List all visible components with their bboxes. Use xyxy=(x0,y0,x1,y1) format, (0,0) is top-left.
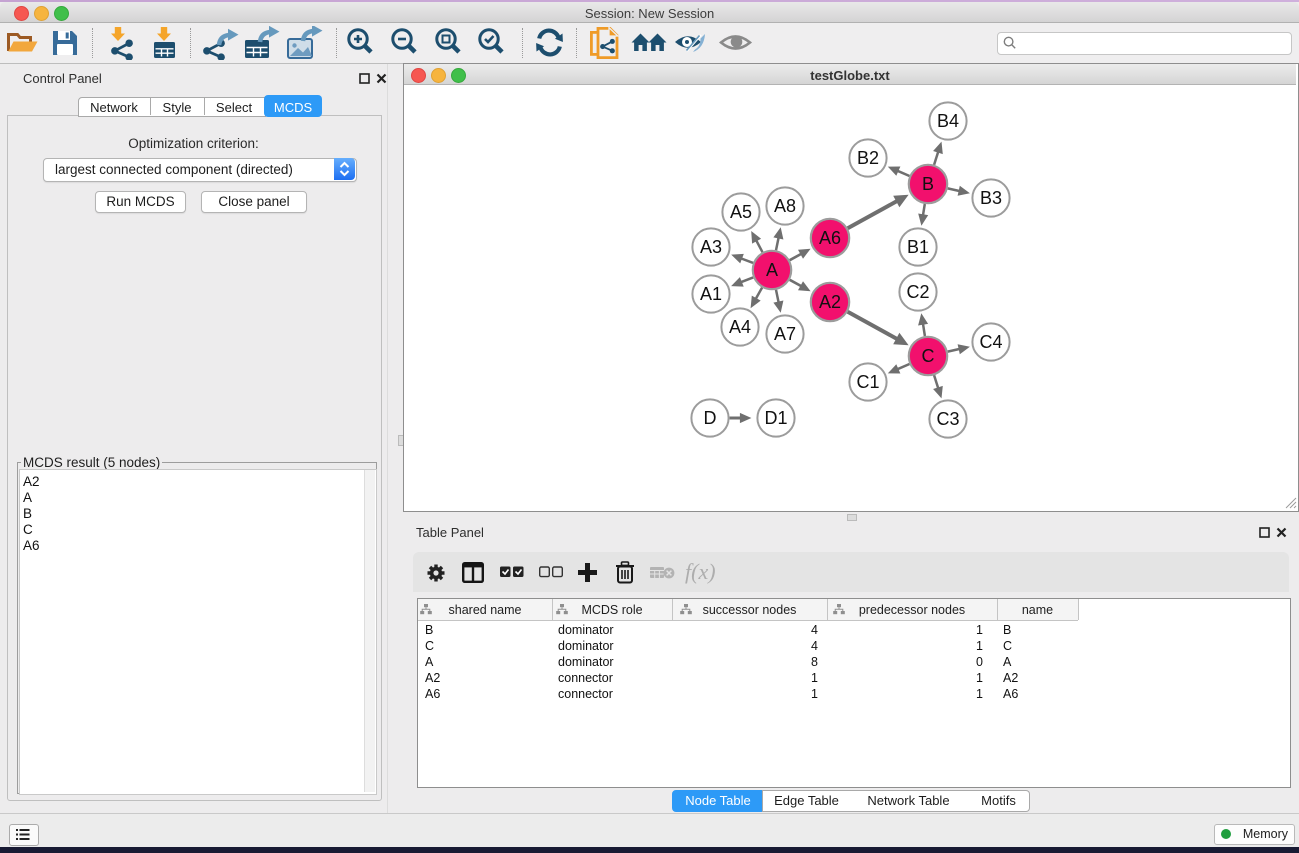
svg-text:A5: A5 xyxy=(730,202,752,222)
svg-text:C: C xyxy=(922,346,935,366)
svg-text:B4: B4 xyxy=(937,111,959,131)
svg-text:B1: B1 xyxy=(907,237,929,257)
svg-text:B: B xyxy=(922,174,934,194)
svg-text:B2: B2 xyxy=(857,148,879,168)
svg-text:A3: A3 xyxy=(700,237,722,257)
svg-text:A4: A4 xyxy=(729,317,751,337)
svg-text:D: D xyxy=(704,408,717,428)
svg-text:A1: A1 xyxy=(700,284,722,304)
svg-text:C3: C3 xyxy=(936,409,959,429)
svg-text:C4: C4 xyxy=(979,332,1002,352)
svg-text:A8: A8 xyxy=(774,196,796,216)
svg-text:C2: C2 xyxy=(906,282,929,302)
svg-text:D1: D1 xyxy=(764,408,787,428)
svg-text:A2: A2 xyxy=(819,292,841,312)
svg-text:A: A xyxy=(766,260,778,280)
svg-text:C1: C1 xyxy=(856,372,879,392)
svg-text:B3: B3 xyxy=(980,188,1002,208)
svg-text:A6: A6 xyxy=(819,228,841,248)
svg-text:A7: A7 xyxy=(774,324,796,344)
